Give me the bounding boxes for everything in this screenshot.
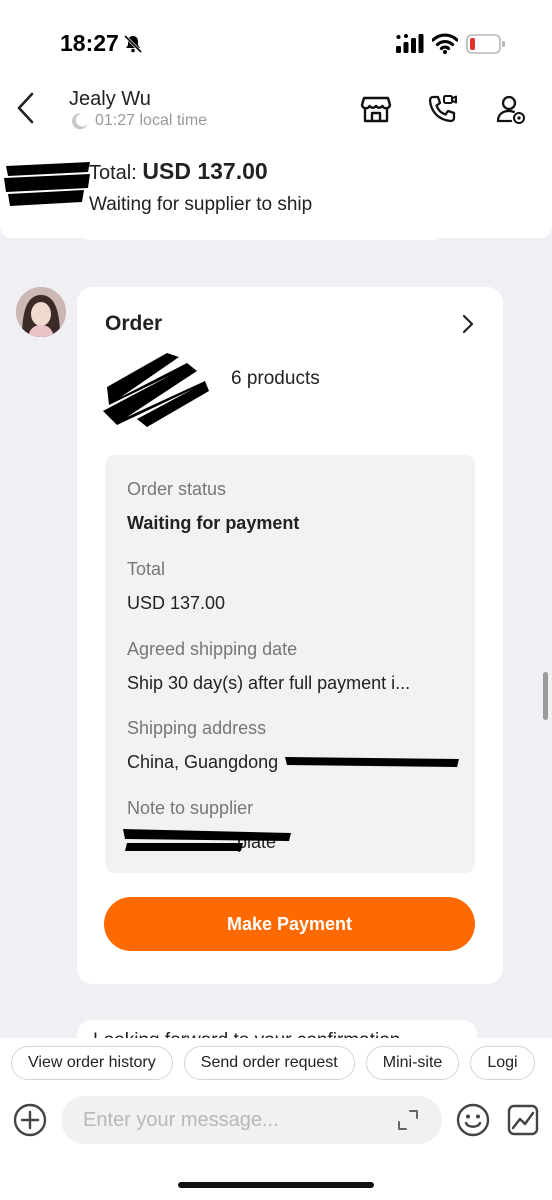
profile-settings-icon: [496, 95, 525, 124]
contact-name: Jealy Wu: [69, 88, 151, 110]
phone-video-icon: [428, 95, 457, 123]
logistics-chip[interactable]: Logi: [470, 1046, 535, 1080]
shipping-date-value: Ship 30 day(s) after full payment i...: [127, 673, 411, 693]
battery-low-icon: [466, 34, 505, 54]
shipping-status: Waiting for supplier to ship: [89, 194, 313, 215]
make-payment-button[interactable]: Make Payment: [104, 897, 475, 951]
local-time: 01:27 local time: [95, 112, 208, 129]
message-input[interactable]: [61, 1096, 442, 1144]
redaction-mark: [285, 757, 459, 767]
profile-button[interactable]: [494, 92, 528, 126]
call-button[interactable]: [425, 92, 459, 126]
moon-icon: [71, 113, 88, 130]
store-icon: [360, 96, 392, 123]
total-value: USD 137.00: [127, 593, 226, 613]
quick-actions: View order history Send order request Mi…: [11, 1046, 535, 1080]
note-label: Note to supplier: [127, 798, 254, 818]
redacted-image: [4, 162, 90, 206]
order-status-value: Waiting for payment: [127, 513, 300, 533]
status-bar: 18:27: [0, 0, 552, 80]
order-status-label: Order status: [127, 479, 227, 499]
view-order-history-chip[interactable]: View order history: [11, 1046, 173, 1080]
store-button[interactable]: [359, 92, 393, 126]
previous-card-footer: [76, 224, 448, 240]
avatar-image: [16, 287, 66, 337]
redaction-mark: [123, 829, 291, 851]
shipping-address-label: Shipping address: [127, 718, 267, 738]
back-button[interactable]: [10, 88, 42, 128]
shipping-date-label: Agreed shipping date: [127, 639, 298, 659]
send-order-request-chip[interactable]: Send order request: [183, 1046, 355, 1080]
cellular-signal-icon: [396, 34, 424, 53]
order-title: Order: [105, 312, 163, 335]
redacted-product-image: [103, 353, 209, 427]
status-time: 18:27: [60, 30, 119, 56]
plus-circle-icon[interactable]: [12, 1102, 48, 1138]
composer-area: View order history Send order request Mi…: [0, 1038, 552, 1200]
mini-site-chip[interactable]: Mini-site: [365, 1046, 460, 1080]
sticker-icon[interactable]: [506, 1103, 540, 1137]
local-time-row: 01:27 local time: [71, 112, 207, 130]
emoji-icon[interactable]: [455, 1102, 491, 1138]
chevron-left-icon: [17, 92, 34, 124]
total-label: Total:: [89, 162, 137, 184]
order-details: Order status Waiting for payment Total U…: [105, 455, 475, 873]
bell-off-icon: [123, 34, 143, 54]
expand-icon[interactable]: [396, 1108, 420, 1132]
supplier-avatar[interactable]: [16, 287, 66, 337]
scrollbar[interactable]: [543, 672, 548, 720]
total-label: Total: [127, 559, 166, 579]
total-amount: USD 137.00: [142, 158, 268, 184]
product-count: 6 products: [231, 368, 320, 389]
order-card[interactable]: Order 6 products Order status Waiting fo…: [77, 287, 503, 984]
home-indicator[interactable]: [178, 1182, 374, 1188]
total-line: Total: USD 137.00: [89, 158, 268, 185]
wifi-icon: [432, 33, 458, 54]
chat-header: Jealy Wu 01:27 local time: [0, 80, 552, 142]
chevron-right-icon[interactable]: [455, 311, 481, 337]
